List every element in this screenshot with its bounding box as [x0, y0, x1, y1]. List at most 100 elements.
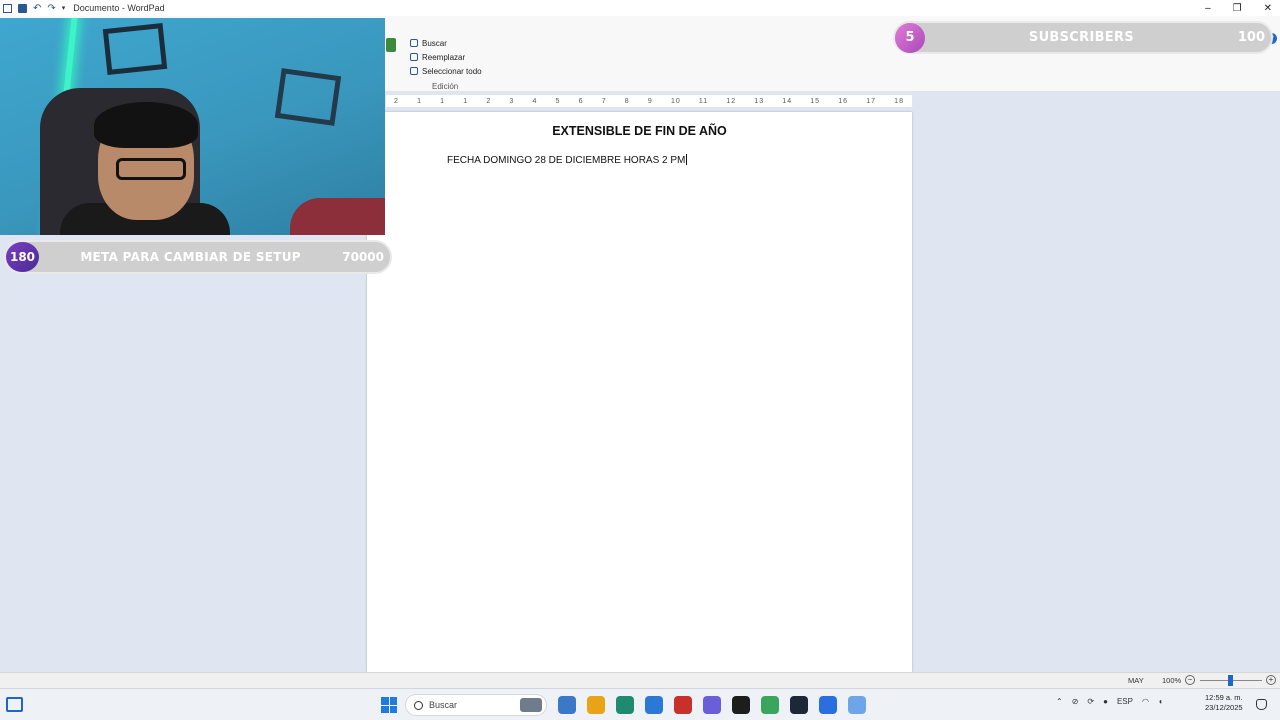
pinned-app-icon[interactable] [587, 696, 605, 714]
ruler-mark: 1 [463, 97, 469, 105]
ruler-mark: 3 [509, 97, 515, 105]
ruler-mark: 18 [894, 97, 904, 105]
window-controls: – ❐ ✕ [1205, 0, 1272, 16]
close-button[interactable]: ✕ [1264, 3, 1272, 14]
ruler-mark: 8 [624, 97, 630, 105]
setup-goal-label: META PARA CAMBIAR DE SETUP [80, 250, 301, 264]
clock-time: 12:59 a. m. [1205, 693, 1243, 702]
quick-access-toolbar: ↶ ↷ ▾ [0, 3, 66, 13]
ruler-mark: 2 [486, 97, 492, 105]
select-all-button[interactable]: Seleccionar todo [410, 64, 482, 78]
taskbar-search[interactable]: Buscar [405, 694, 547, 716]
find-label: Buscar [422, 38, 447, 48]
webcam-feed [0, 18, 385, 235]
ruler-mark: 14 [782, 97, 793, 105]
window-title: Documento - WordPad [73, 3, 165, 13]
webcam-person-glasses [116, 158, 186, 180]
network-off-icon[interactable]: ⊘ [1072, 697, 1079, 706]
minimize-button[interactable]: – [1205, 3, 1211, 14]
setup-goal-count: 180 [6, 242, 39, 272]
replace-button[interactable]: Reemplazar [410, 50, 482, 64]
text-caret [686, 154, 688, 165]
ruler-mark: 12 [726, 97, 737, 105]
pinned-app-icon[interactable] [732, 696, 750, 714]
customize-toolbar-chevron-icon[interactable]: ▾ [62, 4, 66, 13]
pinned-app-icon[interactable] [848, 696, 866, 714]
ruler-mark: 9 [647, 97, 653, 105]
ruler-mark: 16 [838, 97, 849, 105]
language-indicator[interactable]: ESP [1117, 697, 1133, 706]
mic-icon[interactable]: ● [1103, 697, 1108, 706]
ruler-mark: 13 [754, 97, 765, 105]
search-icon [414, 700, 423, 710]
widgets-icon[interactable] [6, 697, 23, 712]
ruler-mark: 6 [578, 97, 584, 105]
ruler-mark: 2 [394, 97, 399, 105]
webcam-wall-frame [102, 22, 168, 76]
pinned-app-icon[interactable] [616, 696, 634, 714]
paste-icon [386, 38, 396, 52]
setup-goal-widget: 180 META PARA CAMBIAR DE SETUP 70000 [4, 240, 392, 274]
status-bar: MAY 100% − + [0, 672, 1280, 688]
restore-button[interactable]: ❐ [1233, 3, 1242, 14]
zoom-out-button[interactable]: − [1185, 675, 1195, 685]
subscribers-goal-widget: 5 SUBSCRIBERS 100 [893, 21, 1273, 54]
start-button[interactable] [381, 697, 397, 713]
select-all-icon [410, 67, 418, 75]
ruler[interactable]: 2 1 1 1 2 3 4 5 6 7 8 9 10 11 12 13 14 15 16 17 18 [386, 95, 912, 107]
ruler-mark: 7 [601, 97, 607, 105]
ruler-mark: 1 [417, 97, 422, 105]
volume-icon[interactable]: ◖ [1158, 697, 1163, 706]
ruler-mark: 10 [670, 97, 681, 105]
find-button[interactable]: Buscar [410, 36, 482, 50]
document-heading: EXTENSIBLE DE FIN DE AÑO [552, 124, 727, 138]
document-page[interactable]: EXTENSIBLE DE FIN DE AÑO FECHA DOMINGO 2… [367, 112, 912, 672]
ruler-mark: 15 [810, 97, 821, 105]
pinned-app-icon[interactable] [761, 696, 779, 714]
document-line: FECHA DOMINGO 28 DE DICIEMBRE HORAS 2 PM [447, 154, 688, 166]
pinned-app-icon[interactable] [558, 696, 576, 714]
ruler-mark: 5 [555, 97, 561, 105]
webcam-red-chair [290, 198, 385, 235]
notification-bell-icon[interactable] [1256, 699, 1267, 710]
ruler-mark: 4 [532, 97, 538, 105]
pinned-app-icon[interactable] [819, 696, 837, 714]
replace-label: Reemplazar [422, 52, 466, 62]
zoom-slider-thumb[interactable] [1228, 675, 1233, 686]
zoom-level[interactable]: 100% [1162, 676, 1181, 685]
subscribers-label: SUBSCRIBERS [1028, 30, 1134, 45]
ruler-mark: 1 [440, 97, 446, 105]
pinned-app-icon[interactable] [674, 696, 692, 714]
wordpad-app-icon[interactable] [3, 3, 12, 13]
redo-icon[interactable]: ↷ [47, 3, 55, 13]
caps-lock-indicator: MAY [1128, 676, 1144, 685]
document-line-text: FECHA DOMINGO 28 DE DICIEMBRE HORAS 2 PM [447, 155, 686, 166]
paste-button-fragment[interactable] [386, 38, 400, 78]
system-tray: ⌃ ⊘ ⟳ ● ESP ◠ ◖ [1056, 697, 1163, 706]
ruler-mark: 17 [866, 97, 876, 105]
tray-chevron-icon[interactable]: ⌃ [1056, 697, 1063, 706]
pinned-app-icon[interactable] [645, 696, 663, 714]
taskbar: Buscar ⌃ ⊘ ⟳ ● ESP ◠ ◖ 12:59 a. m. 23/12… [0, 688, 1280, 720]
pinned-app-icon[interactable] [703, 696, 721, 714]
pinned-apps [558, 696, 866, 714]
sync-icon[interactable]: ⟳ [1087, 697, 1094, 706]
webcam-wall-frame [274, 68, 342, 126]
undo-icon[interactable]: ↶ [33, 3, 41, 13]
search-placeholder: Buscar [429, 700, 458, 710]
select-all-label: Seleccionar todo [422, 66, 482, 76]
subscribers-count: 5 [895, 22, 925, 53]
title-bar: ↶ ↷ ▾ Documento - WordPad – ❐ ✕ [0, 0, 1280, 16]
ruler-mark: 11 [698, 97, 709, 105]
subscribers-goal: 100 [1237, 30, 1265, 45]
pinned-app-icon[interactable] [790, 696, 808, 714]
search-highlight-image [520, 698, 542, 712]
wifi-icon[interactable]: ◠ [1142, 697, 1149, 706]
save-icon[interactable] [18, 3, 27, 13]
clock[interactable]: 12:59 a. m. 23/12/2025 [1205, 693, 1243, 713]
clock-date: 23/12/2025 [1205, 703, 1243, 712]
replace-icon [410, 53, 418, 61]
zoom-in-button[interactable]: + [1266, 675, 1276, 685]
edit-group: Buscar Reemplazar Seleccionar todo Edici… [410, 36, 482, 91]
edit-group-label: Edición [432, 82, 459, 91]
